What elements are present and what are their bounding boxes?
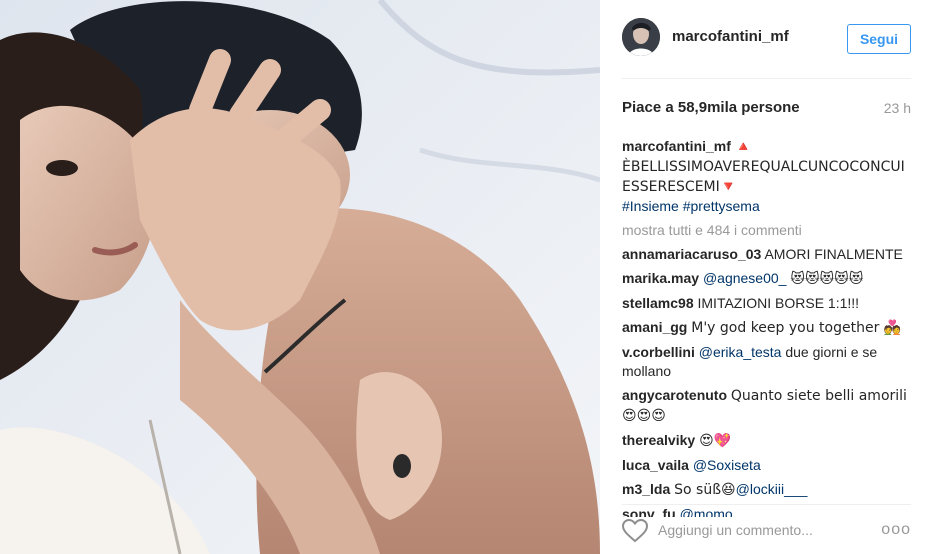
comment-item: annamariacaruso_03 AMORI FINALMENTE bbox=[622, 245, 912, 264]
comment-username[interactable]: v.corbellini bbox=[622, 344, 695, 360]
comment-username[interactable]: amani_gg bbox=[622, 319, 687, 335]
header-divider bbox=[622, 78, 911, 79]
couple-photo-illustration bbox=[0, 0, 600, 554]
comment-username[interactable]: therealviky bbox=[622, 432, 695, 448]
mention-link[interactable]: @agnese00_ bbox=[703, 270, 787, 286]
mention-link[interactable]: @Soxiseta bbox=[693, 457, 761, 473]
comment-username[interactable]: marika.may bbox=[622, 270, 699, 286]
comment-item: stellamc98 IMITAZIONI BORSE 1:1!!! bbox=[622, 294, 912, 313]
comment-text: IMITAZIONI BORSE 1:1!!! bbox=[697, 295, 860, 311]
comment-item: therealviky 😍💖 bbox=[622, 431, 912, 451]
comment-item: angycarotenuto Quanto siete belli amoril… bbox=[622, 386, 912, 426]
comment-username[interactable]: stellamc98 bbox=[622, 295, 694, 311]
avatar-image bbox=[622, 18, 660, 56]
comment-username[interactable]: luca_vaila bbox=[622, 457, 689, 473]
post-timestamp[interactable]: 23 h bbox=[884, 100, 911, 116]
comment-text: So süß😆 bbox=[674, 482, 736, 498]
comment-text: AMORI FINALMENTE bbox=[764, 246, 903, 262]
caption: marcofantini_mf 🔺 ÈBELLISSIMOAVEREQUALCU… bbox=[622, 137, 912, 216]
instagram-post-viewer: marcofantini_mf Segui Piace a 58,9mila p… bbox=[0, 0, 931, 554]
likes-count[interactable]: Piace a 58,9mila persone bbox=[622, 99, 800, 116]
post-header: marcofantini_mf Segui bbox=[622, 16, 911, 62]
comment-item: marika.may @agnese00_ 😻😻😻😻😻 bbox=[622, 269, 912, 289]
caption-text-end: 🔻 bbox=[719, 179, 738, 195]
comment-text: M'y god keep you together 💑 bbox=[691, 320, 902, 336]
avatar[interactable] bbox=[622, 18, 660, 56]
comment-item: luca_vaila @Soxiseta bbox=[622, 456, 912, 475]
add-comment-input[interactable]: Aggiungi un commento... bbox=[658, 522, 813, 538]
follow-button[interactable]: Segui bbox=[847, 24, 911, 54]
post-sidebar: marcofantini_mf Segui Piace a 58,9mila p… bbox=[600, 0, 931, 554]
comments-list: marcofantini_mf 🔺 ÈBELLISSIMOAVEREQUALCU… bbox=[622, 137, 912, 522]
caption-username[interactable]: marcofantini_mf bbox=[622, 138, 731, 154]
more-options-icon[interactable]: ooo bbox=[881, 521, 911, 539]
comment-text: 😍💖 bbox=[699, 433, 732, 449]
post-photo[interactable] bbox=[0, 0, 600, 554]
like-heart-icon[interactable] bbox=[621, 518, 649, 543]
mention-link[interactable]: @lockiii___ bbox=[736, 481, 808, 497]
comment-username[interactable]: m3_lda bbox=[622, 481, 670, 497]
hashtag-link[interactable]: #Insieme bbox=[622, 198, 679, 214]
username-link[interactable]: marcofantini_mf bbox=[672, 28, 789, 45]
show-all-comments-link[interactable]: mostra tutti e 484 i commenti bbox=[622, 221, 912, 240]
comment-item: v.corbellini @erika_testa due giorni e s… bbox=[622, 343, 912, 381]
comment-text: 😻😻😻😻😻 bbox=[790, 271, 864, 287]
comment-item: m3_lda So süß😆@lockiii___ bbox=[622, 480, 912, 500]
mention-link[interactable]: @erika_testa bbox=[699, 344, 782, 360]
footer-divider bbox=[622, 504, 911, 505]
comment-username[interactable]: angycarotenuto bbox=[622, 387, 727, 403]
hashtag-link[interactable]: #prettysema bbox=[683, 198, 760, 214]
comment-username[interactable]: annamariacaruso_03 bbox=[622, 246, 761, 262]
comment-item: amani_gg M'y god keep you together 💑 bbox=[622, 318, 912, 338]
comment-bar: Aggiungi un commento... ooo bbox=[621, 516, 911, 546]
